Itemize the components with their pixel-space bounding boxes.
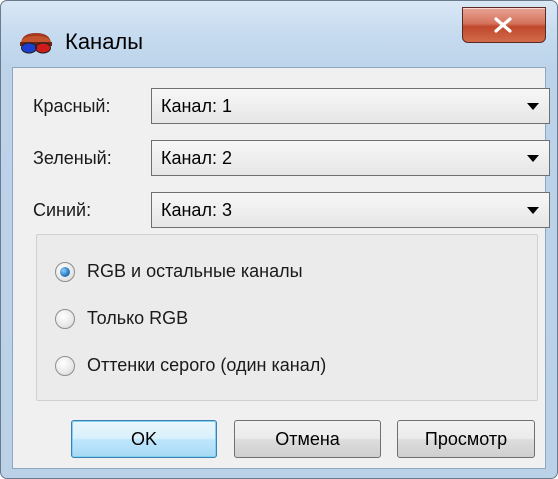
ok-button[interactable]: OK	[71, 420, 217, 458]
green-channel-select[interactable]: Канал: 2	[151, 140, 550, 176]
green-channel-value: Канал: 2	[161, 148, 232, 168]
title-bar[interactable]: Каналы	[1, 1, 557, 67]
red-channel-label: Красный:	[33, 96, 111, 116]
stereo-glasses-icon	[20, 33, 52, 54]
red-channel-select[interactable]: Канал: 1	[151, 88, 550, 124]
channels-dialog: Каналы Красный: Канал: 1 Зеленый: Канал:…	[0, 0, 558, 479]
mode-option-label: Оттенки серого (один канал)	[87, 355, 327, 375]
close-icon	[494, 17, 512, 33]
blue-channel-label: Синий:	[33, 200, 92, 220]
preview-button[interactable]: Просмотр	[397, 420, 535, 458]
chevron-down-icon	[527, 103, 539, 110]
radio-button[interactable]	[55, 356, 75, 376]
blue-channel-value: Канал: 3	[161, 200, 232, 220]
radio-button-checked[interactable]	[55, 262, 75, 282]
mode-groupbox: RGB и остальные каналы Только RGB Оттенк…	[36, 234, 538, 401]
cancel-button[interactable]: Отмена	[234, 420, 381, 458]
blue-channel-select[interactable]: Канал: 3	[151, 192, 550, 228]
chevron-down-icon	[527, 207, 539, 214]
window-title: Каналы	[65, 29, 144, 54]
chevron-down-icon	[527, 155, 539, 162]
green-channel-label: Зеленый:	[33, 148, 112, 168]
mode-option-label: Только RGB	[87, 308, 189, 328]
mode-option-label: RGB и остальные каналы	[87, 261, 303, 281]
red-channel-value: Канал: 1	[161, 96, 232, 116]
radio-button[interactable]	[55, 309, 75, 329]
close-button[interactable]	[462, 7, 546, 43]
